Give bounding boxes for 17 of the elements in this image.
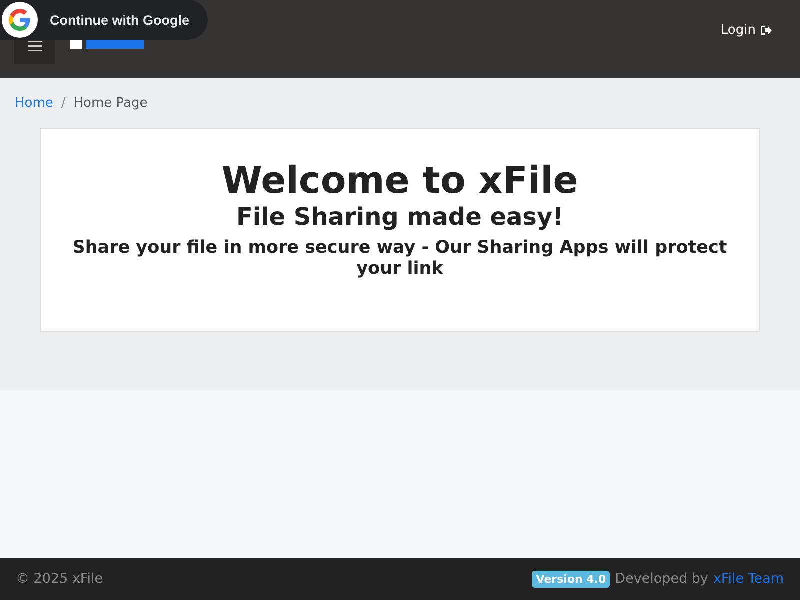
current-page-label: Home Page: [74, 96, 148, 110]
copyright-text: © 2025 xFile: [16, 571, 104, 587]
welcome-subtitle: File Sharing made easy!: [235, 203, 565, 232]
logo-drawing[interactable]: [68, 40, 146, 49]
google-signin-popup[interactable]: Continue with Google: [0, 0, 208, 40]
google-prompt-label: Continue with Google: [50, 12, 190, 28]
welcome-title: Welcome to xFile: [220, 159, 580, 204]
google-icon: [2, 2, 38, 38]
menu-icon: [28, 40, 42, 52]
sign-in-icon: [760, 25, 772, 36]
developed-by-text: Developed by: [615, 571, 708, 587]
breadcrumb-link[interactable]: Home: [15, 96, 54, 110]
version-badge: Version 4.0: [532, 570, 610, 588]
login-link[interactable]: Login: [720, 23, 772, 38]
team-link[interactable]: xFile Team: [713, 571, 784, 587]
breadcrumb-separator: /: [61, 96, 66, 110]
welcome-tagline: Share your file in more secure way - Our Sharing Apps will protect your link: [72, 238, 728, 280]
